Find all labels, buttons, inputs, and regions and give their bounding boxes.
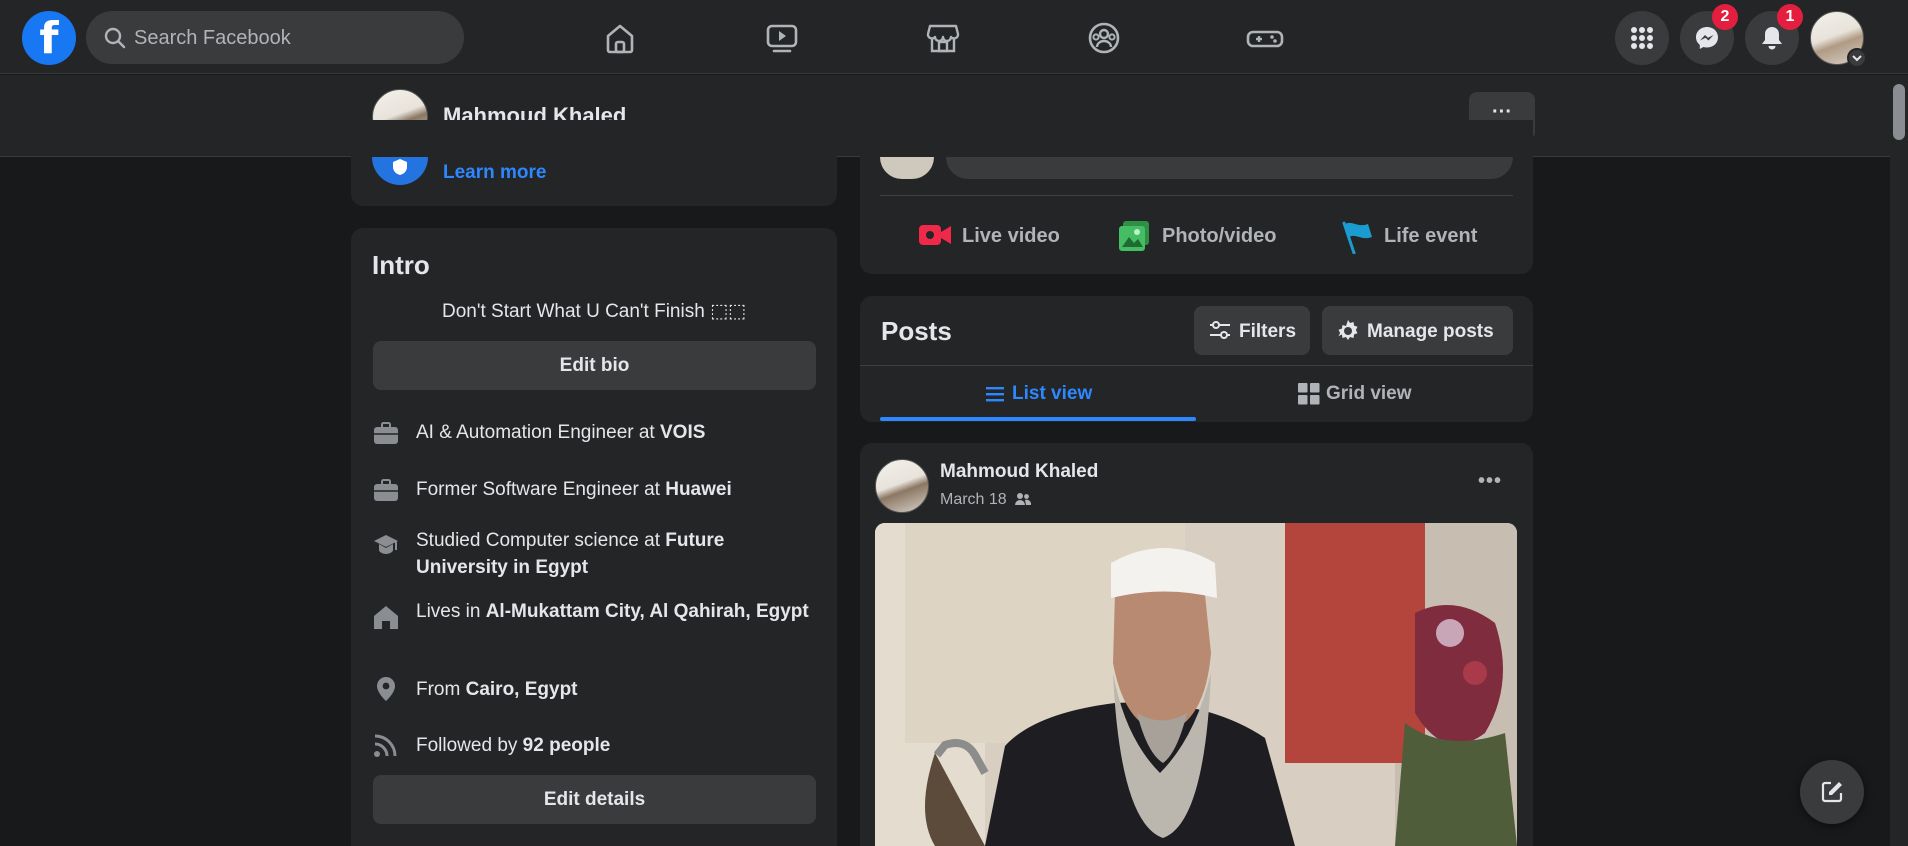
- active-tab-indicator: [880, 417, 1196, 421]
- live-video-icon: [919, 225, 951, 245]
- friends-icon: [1015, 493, 1032, 505]
- detail-work-current: AI & Automation Engineer at VOIS: [416, 422, 706, 443]
- menu-button[interactable]: [1615, 11, 1669, 65]
- messenger-badge: 2: [1712, 4, 1738, 30]
- edit-bio-button[interactable]: Edit bio: [373, 341, 816, 390]
- messenger-icon: [1696, 27, 1718, 49]
- post-more-button[interactable]: •••: [1478, 470, 1502, 493]
- detail-from: From Cairo, Egypt: [416, 679, 578, 700]
- grid-menu-icon: [1631, 27, 1653, 49]
- account-avatar[interactable]: [1810, 11, 1867, 68]
- top-navigation-bar: f Search Facebook 2 1: [0, 0, 1908, 74]
- composer-input[interactable]: [946, 157, 1513, 179]
- facebook-logo[interactable]: f: [22, 11, 76, 65]
- flag-icon: [1342, 221, 1372, 254]
- scrollbar[interactable]: [1890, 75, 1908, 846]
- location-icon: [377, 677, 395, 701]
- detail-work-former: Former Software Engineer at Huawei: [416, 479, 732, 500]
- search-placeholder: Search Facebook: [134, 27, 291, 49]
- compose-icon: [1821, 781, 1843, 803]
- post-date[interactable]: March 18: [940, 490, 1032, 509]
- education-icon: [374, 535, 398, 554]
- detail-lives-in: Lives in Al-Mukattam City, Al Qahirah, E…: [416, 601, 809, 622]
- post-composer-card: [860, 120, 1533, 274]
- detail-education: Studied Computer science at Future Unive…: [416, 530, 725, 578]
- followers-icon: [374, 734, 397, 757]
- messenger-button[interactable]: 2: [1680, 4, 1738, 65]
- post-photo-image: [875, 523, 1517, 846]
- chevron-down-icon: [1847, 48, 1867, 68]
- intro-title: Intro: [372, 250, 430, 280]
- notifications-button[interactable]: 1: [1745, 4, 1803, 65]
- post-author-name[interactable]: Mahmoud Khaled: [940, 461, 1098, 483]
- learn-more-link[interactable]: Learn more: [443, 162, 546, 184]
- post-photo[interactable]: [875, 523, 1517, 846]
- new-message-button[interactable]: [1800, 760, 1864, 824]
- search-icon: [104, 27, 126, 49]
- bio-text: Don't Start What U Can't Finish ⬚⬚: [442, 301, 746, 322]
- manage-posts-button[interactable]: Manage posts: [1322, 306, 1513, 355]
- posts-title: Posts: [881, 316, 952, 346]
- photo-icon: [1119, 221, 1149, 251]
- edit-details-button[interactable]: Edit details: [373, 775, 816, 824]
- post-author-avatar[interactable]: [875, 459, 929, 513]
- grid-icon: [1298, 383, 1320, 405]
- home-icon: [374, 606, 398, 629]
- search-input[interactable]: Search Facebook: [86, 11, 464, 64]
- marketplace-icon[interactable]: [923, 18, 963, 58]
- filters-icon: [1210, 321, 1230, 339]
- divider: [860, 365, 1533, 366]
- notifications-badge: 1: [1777, 4, 1803, 30]
- work-icon: [374, 422, 398, 444]
- work-icon: [374, 479, 398, 501]
- divider: [880, 195, 1513, 196]
- list-icon: [986, 387, 1004, 402]
- groups-icon[interactable]: [1084, 18, 1124, 58]
- watch-icon[interactable]: [762, 18, 802, 58]
- detail-followers[interactable]: Followed by 92 people: [416, 732, 816, 759]
- home-icon[interactable]: [600, 18, 640, 58]
- scrollbar-thumb[interactable]: [1893, 84, 1905, 140]
- gaming-icon[interactable]: [1245, 18, 1285, 58]
- bell-icon: [1762, 27, 1782, 50]
- gear-icon: [1338, 320, 1358, 340]
- filters-button[interactable]: Filters: [1194, 306, 1310, 355]
